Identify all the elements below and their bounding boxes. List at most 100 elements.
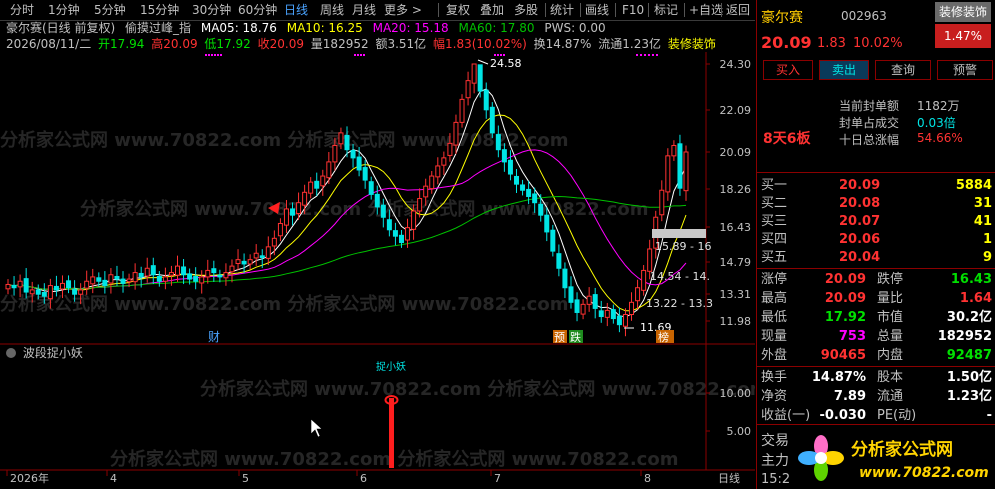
price-tick-label: 11.98 [720,315,752,328]
price-zone-label-1: 15.89 - 16 [655,240,711,253]
candle-body [622,314,628,327]
stat-value: 14.87% [811,370,866,385]
alert-button[interactable]: 预警 [937,60,993,80]
kline-chart[interactable]: 分析家公式网 www.70822.com 分析家公式网 www.70822.co… [0,0,755,489]
candle-body [108,274,114,284]
date-tick-label: 7 [494,472,501,485]
candle-body [471,63,477,84]
candle-body [520,184,526,191]
stat-row: 最低 17.92 市值 30.2亿 [757,309,995,327]
price-change-pct: 10.02% [853,36,903,51]
candle-body [447,142,453,156]
candle-body [223,272,229,279]
candle-body [368,181,374,195]
indicator-signal-label: 捉小妖 [376,360,406,373]
date-tick-label: 6 [360,472,367,485]
candle-body [526,188,532,197]
stock-code: 002963 [841,9,887,23]
candle-body [483,89,489,111]
price-zone-label-3: 13.22 - 13.3 [646,297,713,310]
buy-button[interactable]: 买入 [763,60,813,80]
stat-label: 现量 [761,329,788,344]
candle-body [320,175,326,187]
candle-body [271,237,277,247]
brand-logo: 分析家公式网 www.70822.com [793,430,993,486]
order-book-row[interactable]: 买五 20.04 9 [757,249,995,267]
candle-body [556,253,562,269]
candle-body [683,151,689,192]
candle-body [586,295,592,305]
candle-body [453,121,459,146]
order-level-label: 买二 [761,196,788,211]
candle-body [144,267,150,277]
candle-body [635,287,641,302]
candle-body [314,180,320,189]
candle-body [205,269,211,278]
signal-dot [500,54,502,56]
price-tick-label: 13.31 [720,288,752,301]
query-button[interactable]: 查询 [875,60,931,80]
max-price-label: 24.58 [490,57,522,70]
candle-body [17,280,23,288]
candle-body [259,255,265,259]
indicator-panel-header: 波段捉小妖 [6,346,83,360]
signal-dot [644,54,646,56]
order-price: 20.06 [839,232,881,247]
candle-body [568,286,574,303]
order-book-row[interactable]: 买一 20.09 5884 [757,177,995,195]
event-bang-label: 榜 [658,330,669,344]
order-volume: 31 [973,196,992,211]
current-price: 20.09 [761,33,812,52]
sector-badge[interactable]: 装修装饰 [935,2,991,22]
signal-dot [656,54,658,56]
sell-button[interactable]: 卖出 [819,60,869,80]
indicator-tick-label: 10.00 [720,387,752,400]
order-price: 20.09 [839,178,881,193]
candle-body [423,185,429,198]
stat-label: 涨停 [761,272,788,287]
quote-panel: 豪尔赛 002963 装修装饰 1.47% 20.09 1.83 10.02% … [756,0,995,489]
candle-body [459,98,465,123]
stat-label: 收益(一) [761,408,811,423]
candle-body [380,204,386,218]
stock-name: 豪尔赛 [761,10,803,26]
order-price: 20.07 [839,214,881,229]
indicator-settings-icon[interactable] [6,348,16,358]
candle-body [374,193,380,208]
sector-pct-badge[interactable]: 1.47% [935,24,991,48]
candle-body [265,246,271,259]
candle-body [435,165,441,178]
candle-body [429,175,435,190]
order-level-label: 买四 [761,232,788,247]
order-book-row[interactable]: 买四 20.06 1 [757,231,995,249]
candle-body [66,280,72,289]
signal-dot [363,54,365,56]
candle-body [217,274,223,278]
candle-body [514,175,519,185]
candle-body [441,157,447,166]
stat-value: 1.23亿 [946,389,992,404]
price-tick-label: 24.30 [720,58,752,71]
candle-body [647,248,653,272]
candle-body [350,150,356,159]
signal-dot [357,54,359,56]
candle-body [11,284,17,289]
date-axis-period: 日线 [718,471,740,485]
candle-body [181,266,187,276]
ten-day-gain-label: 十日总涨幅 [839,133,900,147]
stat-value: 90465 [820,348,866,363]
order-book-row[interactable]: 买二 20.08 31 [757,195,995,213]
candle-body [187,273,193,280]
order-book-row[interactable]: 买三 20.07 41 [757,213,995,231]
candle-body [477,64,483,92]
indicator-signal-bar [389,398,394,468]
candle-body [386,219,392,231]
signal-dot [494,54,496,56]
candle-body [150,265,156,276]
order-level-label: 买五 [761,250,788,265]
stat-label: 净资 [761,389,788,404]
candle-body [344,134,350,151]
candle-body [302,191,308,206]
candle-body [580,303,586,315]
stat-value: 16.43 [950,272,992,287]
